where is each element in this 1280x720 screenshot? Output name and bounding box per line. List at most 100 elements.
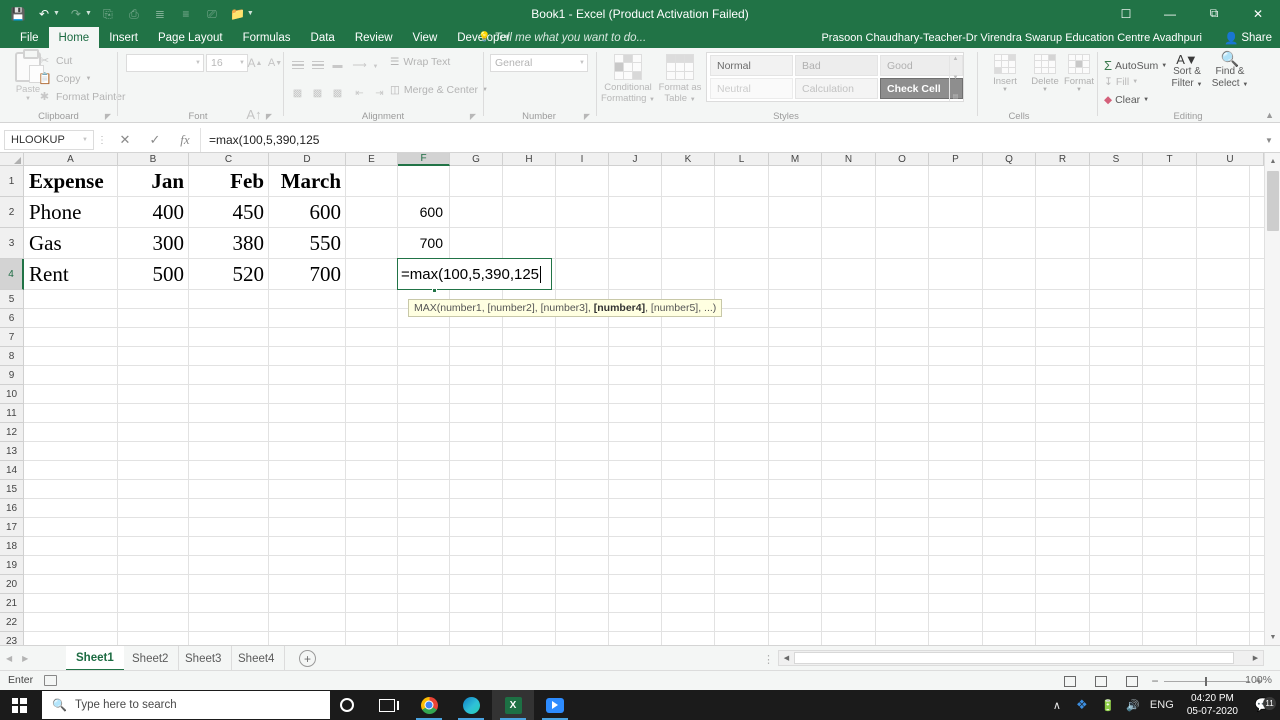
language-indicator[interactable]: ENG [1145, 699, 1179, 711]
row-header-8[interactable]: 8 [0, 347, 24, 366]
quick-access-toolbar[interactable]: 💾 ↶ ▼ ↷ ▼ ⎘ ⎙ ≣ ≡ ⎚ 📁 ▼ [6, 0, 256, 27]
zoom-thumb[interactable] [1205, 676, 1207, 686]
column-header-K[interactable]: K [662, 153, 715, 166]
ribbon-display-options-icon[interactable]: ☐ [1104, 0, 1148, 27]
column-header-F[interactable]: F [398, 153, 450, 166]
style-bad[interactable]: Bad [795, 55, 878, 76]
format-painter-button[interactable]: ✱ Format Painter [38, 90, 126, 104]
copy-button[interactable]: 📋 Copy ▼ [38, 72, 92, 86]
grow-font-icon[interactable]: A↑ [246, 106, 262, 122]
align-right-icon[interactable]: ▩ [328, 84, 347, 102]
format-cells-button[interactable]: Format ▼ [1060, 54, 1098, 93]
number-dialog-launcher[interactable]: ◤ [584, 112, 590, 121]
style-normal[interactable]: Normal [710, 55, 793, 76]
orientation-dropdown-icon[interactable]: ▼ [366, 58, 385, 76]
cell-C3[interactable]: 380 [189, 228, 268, 258]
row-header-17[interactable]: 17 [0, 518, 24, 537]
decrease-indent-icon[interactable]: ⇤ [350, 84, 369, 102]
show-hidden-icons[interactable]: ∧ [1045, 699, 1069, 712]
find-select-dropdown-icon[interactable]: ▼ [1242, 82, 1248, 88]
styles-gallery-scroll[interactable]: ▲ ▼ ▤ [949, 55, 961, 101]
page-layout-view-icon[interactable] [1093, 674, 1108, 688]
number-format-dropdown[interactable]: General ▼ [490, 54, 588, 72]
fill-button[interactable]: ↧ Fill ▼ [1104, 76, 1138, 88]
style-neutral[interactable]: Neutral [710, 78, 793, 99]
share-button[interactable]: 👤 Share [1224, 27, 1272, 48]
edge-icon[interactable] [450, 690, 492, 720]
row-header-1[interactable]: 1 [0, 166, 24, 197]
column-header-S[interactable]: S [1090, 153, 1143, 166]
tab-home[interactable]: Home [48, 27, 100, 48]
normal-view-icon[interactable] [1062, 674, 1077, 688]
autosum-button[interactable]: Σ AutoSum ▼ [1104, 58, 1167, 73]
tab-data[interactable]: Data [301, 27, 345, 48]
column-header-D[interactable]: D [269, 153, 346, 166]
formula-input[interactable]: =max(100,5,390,125 [200, 128, 1258, 152]
start-button[interactable] [0, 690, 38, 720]
cell-B4[interactable]: 500 [118, 259, 188, 289]
column-header-I[interactable]: I [556, 153, 609, 166]
horizontal-scrollbar[interactable]: ◀ ▶ [778, 650, 1264, 666]
format-as-table-dropdown-icon[interactable]: ▼ [690, 97, 696, 103]
scroll-up-icon[interactable]: ▲ [1265, 153, 1280, 169]
custom-icon-1[interactable]: ⎘ [96, 3, 120, 25]
align-center-icon[interactable]: ▩ [308, 84, 327, 102]
column-header-R[interactable]: R [1036, 153, 1090, 166]
cell-F3[interactable]: 700 [398, 228, 449, 258]
row-header-18[interactable]: 18 [0, 537, 24, 556]
font-size-input[interactable]: 16 ▼ [206, 54, 248, 72]
tab-page-layout[interactable]: Page Layout [148, 27, 233, 48]
tab-view[interactable]: View [403, 27, 448, 48]
column-header-G[interactable]: G [450, 153, 503, 166]
dropbox-icon[interactable]: ❖ [1069, 697, 1095, 713]
horizontal-split-handle[interactable]: ⋮ [763, 653, 774, 666]
sheet-tab-sheet2[interactable]: Sheet2 [122, 646, 180, 671]
account-name[interactable]: Prasoon Chaudhary-Teacher-Dr Virendra Sw… [821, 27, 1202, 48]
insert-cells-button[interactable]: Insert ▼ [986, 54, 1024, 93]
row-header-9[interactable]: 9 [0, 366, 24, 385]
cell-C4[interactable]: 520 [189, 259, 268, 289]
column-header-C[interactable]: C [189, 153, 269, 166]
zoom-icon[interactable] [534, 690, 576, 720]
task-view-icon[interactable] [366, 690, 408, 720]
cell-C2[interactable]: 450 [189, 197, 268, 227]
grow-font-button[interactable]: A ▲ [246, 54, 264, 72]
enter-formula-icon[interactable]: ✓ [140, 128, 170, 152]
cell-B2[interactable]: 400 [118, 197, 188, 227]
column-header-O[interactable]: O [876, 153, 929, 166]
minimize-icon[interactable]: — [1148, 0, 1192, 27]
gallery-more-icon[interactable]: ▤ [953, 93, 959, 100]
spreadsheet-grid[interactable]: A B C D E F G H I J K L M N O P Q R S T … [0, 153, 1280, 645]
cell-D4[interactable]: 700 [269, 259, 345, 289]
cell-styles-gallery[interactable]: Normal Bad Good Neutral Calculation Chec… [706, 52, 964, 102]
align-left-icon[interactable]: ▩ [288, 84, 307, 102]
style-calculation[interactable]: Calculation [795, 78, 878, 99]
tab-review[interactable]: Review [345, 27, 403, 48]
macro-record-button[interactable] [44, 675, 57, 686]
zoom-out-icon[interactable]: − [1150, 674, 1160, 688]
filter-icon[interactable]: ≡ [174, 3, 198, 25]
column-header-J[interactable]: J [609, 153, 662, 166]
cell-A2[interactable]: Phone [25, 197, 117, 227]
row-header-11[interactable]: 11 [0, 404, 24, 423]
sort-filter-dropdown-icon[interactable]: ▼ [1197, 82, 1203, 88]
row-header-21[interactable]: 21 [0, 594, 24, 613]
wrap-text-button[interactable]: ☰ Wrap Text [390, 56, 450, 68]
cell-D2[interactable]: 600 [269, 197, 345, 227]
column-header-P[interactable]: P [929, 153, 983, 166]
window-controls[interactable]: ☐ — ⧉ ✕ [1104, 0, 1280, 27]
expand-formula-bar-icon[interactable]: ▼ [1258, 128, 1280, 152]
copy-dropdown-icon[interactable]: ▼ [86, 76, 92, 82]
chrome-icon[interactable] [408, 690, 450, 720]
notifications-icon[interactable]: 💬 11 [1246, 697, 1280, 713]
insert-dropdown-icon[interactable]: ▼ [986, 87, 1024, 93]
column-header-T[interactable]: T [1143, 153, 1197, 166]
cell-B1[interactable]: Jan [118, 166, 188, 196]
add-sheet-button[interactable]: + [299, 650, 316, 667]
cell-F2[interactable]: 600 [398, 197, 449, 227]
collapse-ribbon-icon[interactable]: ▲ [1265, 110, 1274, 120]
number-format-dropdown-icon[interactable]: ▼ [579, 60, 585, 66]
vertical-scrollbar[interactable]: ▲ ▼ [1264, 153, 1280, 645]
align-top-icon[interactable] [288, 56, 307, 74]
tab-file[interactable]: File [10, 27, 49, 48]
